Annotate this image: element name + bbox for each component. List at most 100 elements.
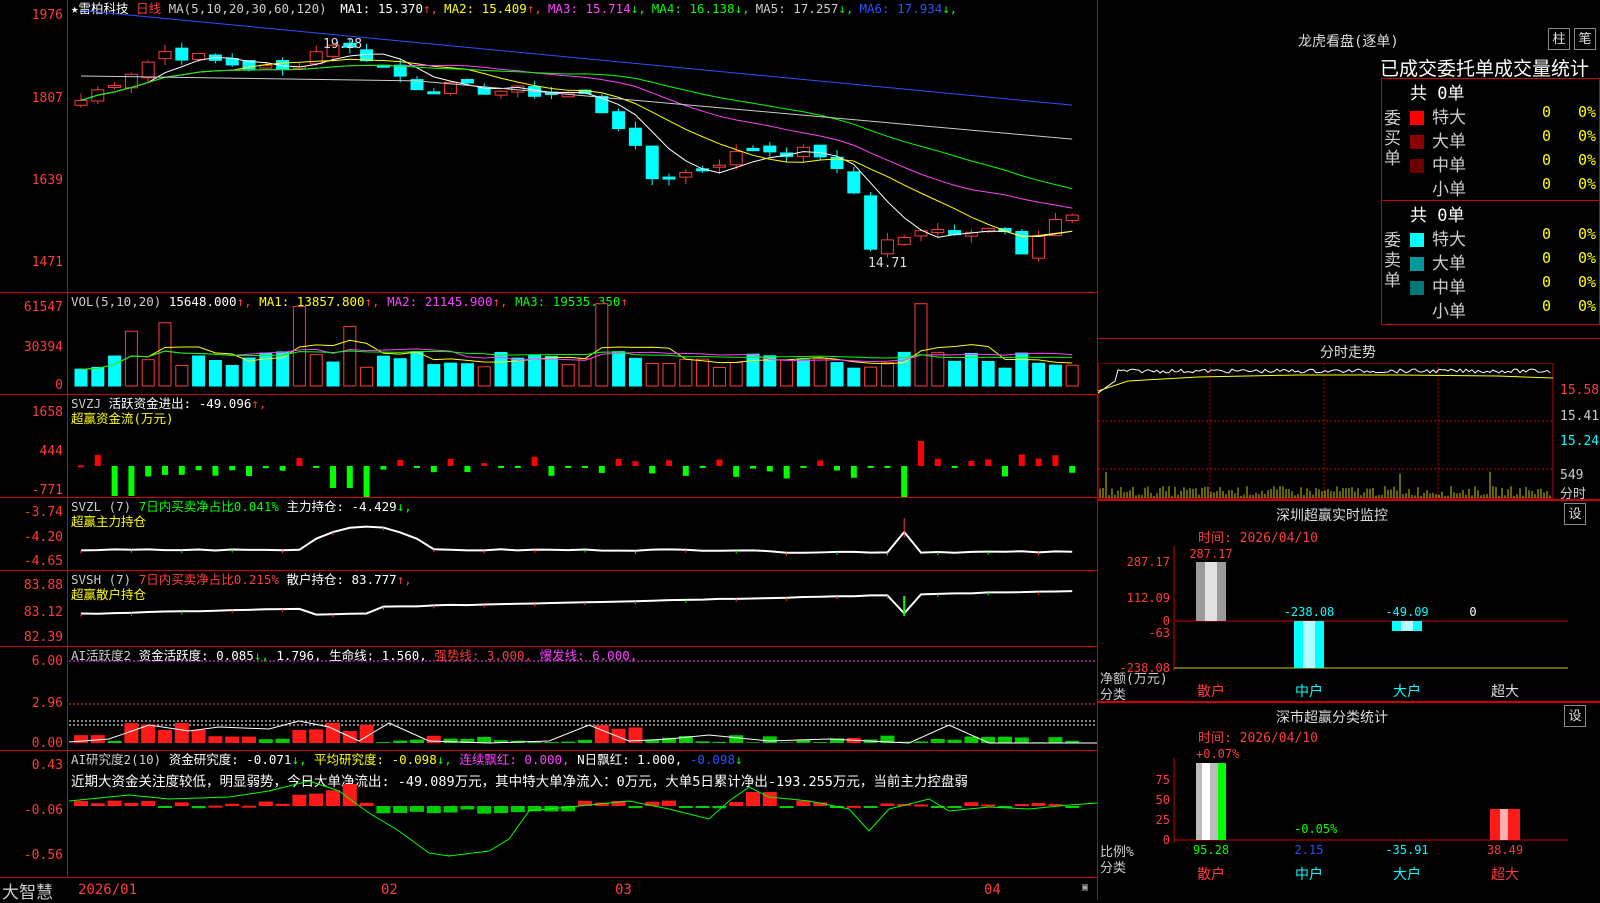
fund-flow-bar bbox=[766, 466, 773, 472]
stats-value: 2.15 bbox=[1295, 843, 1324, 857]
kline-candle bbox=[427, 91, 441, 95]
svsh-panel[interactable]: 83.88 83.12 82.39 SVSH (7) 7日内买卖净占比0.215… bbox=[0, 571, 1097, 647]
vol-y-tick: 30394 bbox=[23, 340, 63, 355]
svzj-plot[interactable] bbox=[69, 395, 1097, 497]
monitor-value: -49.09 bbox=[1385, 605, 1428, 619]
kline-candle bbox=[645, 145, 659, 180]
kline-candle bbox=[1065, 214, 1079, 221]
fund-flow-bar bbox=[145, 466, 152, 477]
svsh-plot[interactable] bbox=[69, 571, 1097, 646]
stats-value: -35.91 bbox=[1385, 843, 1428, 857]
stats-box: 深市超赢分类统计 设 时间: 2026/04/10 75 50 25 0 +0.07% -… bbox=[1098, 702, 1600, 900]
fund-flow-bar bbox=[582, 466, 588, 469]
activity-bar bbox=[410, 739, 424, 743]
kline-candle bbox=[897, 236, 911, 245]
svzl-panel[interactable]: -3.74 -4.20 -4.65 SVZL (7) 7日内买卖净占比0.041… bbox=[0, 498, 1097, 571]
date-tick: 2026/01 bbox=[78, 882, 138, 898]
ai-research-panel[interactable]: 0.43 -0.06 -0.56 AI研究度2(10) 资金研究度: -0.07… bbox=[0, 751, 1097, 878]
activity-bar bbox=[1014, 737, 1029, 743]
research-bar bbox=[292, 794, 307, 806]
activity-bar bbox=[712, 741, 727, 743]
svzj-y-tick: -771 bbox=[31, 483, 63, 498]
activity-bar bbox=[376, 742, 391, 743]
order-row: 小单 0 0% bbox=[1410, 175, 1596, 200]
fund-flow-bar bbox=[78, 465, 84, 468]
kline-panel[interactable]: 1976 1807 1639 1471 ★雷柏科技 日线 MA(5,10,20,… bbox=[0, 0, 1097, 293]
stats-mid-label: -0.05% bbox=[1294, 822, 1338, 836]
activity-bar bbox=[578, 739, 592, 743]
stats-y-tick: 50 bbox=[1156, 793, 1170, 807]
volume-bar bbox=[444, 362, 458, 387]
ai-research-plot[interactable] bbox=[69, 751, 1097, 877]
order-row-pct: 0% bbox=[1578, 273, 1597, 291]
fund-flow-bar bbox=[750, 466, 756, 469]
monitor-value: 0 bbox=[1469, 605, 1476, 619]
order-stats-title: 已成交委托单成交量统计 bbox=[1380, 58, 1590, 80]
fund-flow-bar bbox=[1002, 466, 1008, 477]
research-bar bbox=[326, 790, 340, 806]
sell-orders-title: 委卖单 bbox=[1384, 231, 1401, 291]
order-row-count: 0 bbox=[1542, 151, 1552, 169]
research-bar bbox=[981, 804, 996, 807]
ma-line-5 bbox=[80, 75, 1073, 140]
buy-orders-box: 委买单 共 0单 特大 0 0% 大单 0 0% 中单 0 0% 小单 0 0% bbox=[1381, 78, 1600, 201]
order-row-label: 特大 bbox=[1432, 230, 1466, 250]
research-bar bbox=[914, 804, 928, 807]
activity-bar bbox=[309, 729, 324, 743]
kline-candle bbox=[225, 58, 239, 66]
volume-panel[interactable]: 61547 30394 0 VOL(5,10,20) 15648.000↑, M… bbox=[0, 293, 1097, 395]
ai-activity-plot[interactable] bbox=[69, 647, 1097, 750]
stats-y-tick: 25 bbox=[1156, 813, 1170, 827]
fund-flow-bar bbox=[548, 466, 555, 476]
ma-line-4 bbox=[80, 64, 1073, 190]
monitor-chart: 287.17112.090-63-238.08287.17-238.08 -49.… bbox=[1119, 546, 1568, 700]
kline-candle bbox=[158, 51, 172, 60]
volume-bar bbox=[679, 358, 693, 387]
research-bar bbox=[74, 800, 88, 806]
chart-area[interactable]: 1976 1807 1639 1471 ★雷柏科技 日线 MA(5,10,20,… bbox=[0, 0, 1098, 903]
volume-plot[interactable] bbox=[69, 293, 1097, 394]
volume-bar bbox=[1048, 364, 1062, 387]
volume-bar bbox=[393, 358, 407, 387]
intraday-chart[interactable] bbox=[1098, 363, 1554, 499]
svzj-panel[interactable]: 1658 444 -771 SVZJ 活跃资金进出: -49.096↑, 超赢资… bbox=[0, 395, 1097, 498]
vol-y-axis: 61547 30394 0 bbox=[0, 293, 68, 394]
kline-plot[interactable] bbox=[69, 0, 1097, 292]
research-bar bbox=[141, 800, 156, 806]
volume-bar bbox=[595, 303, 609, 387]
fund-flow-bar bbox=[951, 466, 958, 468]
intraday-tick: 15.24 bbox=[1560, 434, 1600, 449]
stats-value: 38.49 bbox=[1487, 843, 1523, 857]
intraday-box[interactable]: 分时走势 15.58 15.41 15.24 549 分时 bbox=[1098, 338, 1600, 502]
fund-flow-bar bbox=[464, 466, 471, 473]
activity-bar bbox=[393, 740, 408, 743]
fund-flow-bar bbox=[901, 466, 908, 497]
volume-bar bbox=[108, 355, 122, 387]
order-row-count: 0 bbox=[1542, 175, 1552, 193]
lock-icon[interactable]: ▣ bbox=[1082, 882, 1088, 893]
fund-flow-bar bbox=[615, 458, 622, 466]
kline-candle bbox=[847, 171, 861, 194]
ma-line-1 bbox=[80, 53, 1073, 238]
volume-bar bbox=[158, 322, 172, 387]
activity-bar bbox=[1048, 737, 1063, 743]
tick-mode-button[interactable]: 笔 bbox=[1574, 28, 1596, 50]
monitor-value: -238.08 bbox=[1284, 605, 1335, 619]
bar-mode-button[interactable]: 柱 bbox=[1548, 28, 1570, 50]
svzl-plot[interactable] bbox=[69, 498, 1097, 570]
kline-candle bbox=[931, 229, 945, 234]
retail-ratio-highlight bbox=[1202, 763, 1210, 840]
order-row-count: 0 bbox=[1542, 103, 1552, 121]
low-price-label: 14.71 bbox=[868, 256, 908, 271]
volume-bar bbox=[141, 359, 155, 387]
fund-flow-bar bbox=[128, 466, 135, 496]
ma-line-3 bbox=[80, 64, 1073, 209]
volume-bar bbox=[460, 363, 474, 387]
volume-bar bbox=[880, 362, 894, 387]
fund-flow-bar bbox=[313, 466, 320, 468]
fund-flow-bar bbox=[1035, 458, 1042, 466]
kline-candle bbox=[763, 145, 777, 153]
ai-activity-panel[interactable]: 6.00 2.96 0.00 AI活跃度2 资金活跃度: 0.085↓, 1.7… bbox=[0, 647, 1097, 751]
research-bar bbox=[410, 806, 424, 812]
stats-category: 超大 bbox=[1491, 867, 1519, 883]
